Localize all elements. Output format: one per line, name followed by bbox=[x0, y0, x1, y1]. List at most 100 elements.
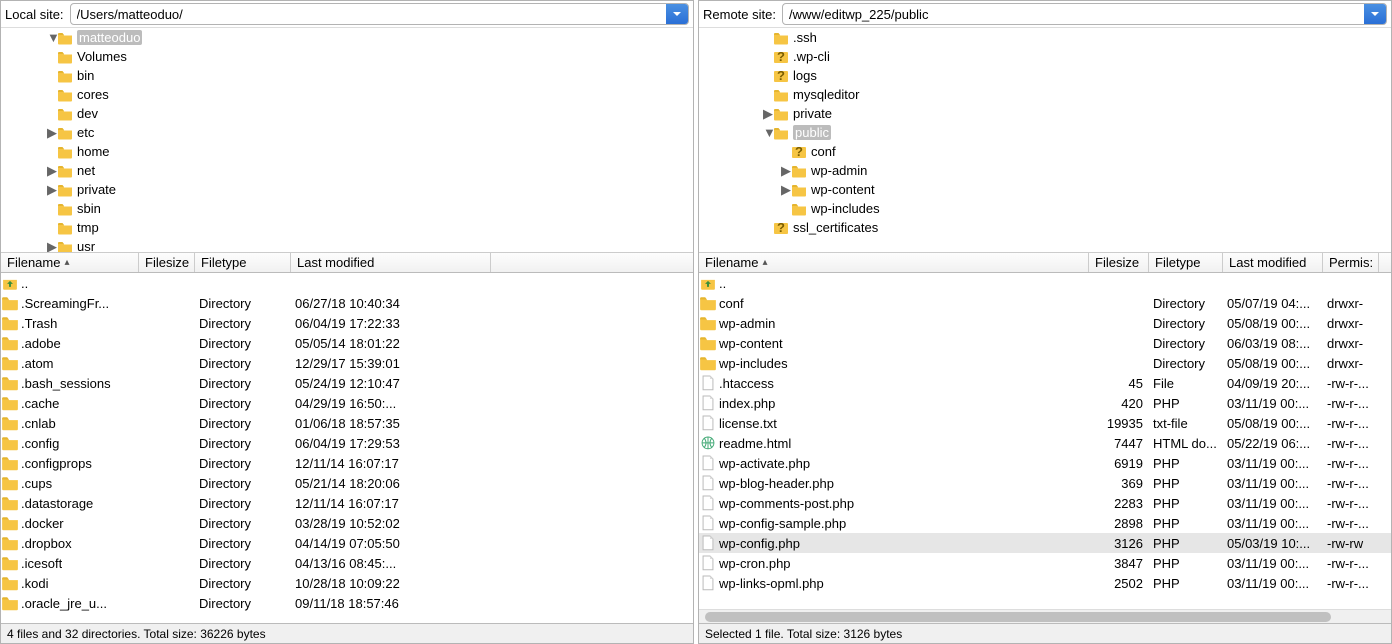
cell-mod: 06/27/18 10:40:34 bbox=[291, 296, 491, 311]
tree-item[interactable]: sbin bbox=[1, 199, 693, 218]
cell-name: .oracle_jre_u... bbox=[19, 596, 107, 611]
expand-toggle-icon[interactable]: ▶ bbox=[781, 182, 791, 198]
file-row[interactable]: wp-blog-header.php 369 PHP 03/11/19 00:.… bbox=[699, 473, 1391, 493]
file-row[interactable]: wp-cron.php 3847 PHP 03/11/19 00:... -rw… bbox=[699, 553, 1391, 573]
local-header-mod[interactable]: Last modified bbox=[291, 253, 491, 272]
file-row[interactable]: wp-includes Directory 05/08/19 00:... dr… bbox=[699, 353, 1391, 373]
local-path-input[interactable] bbox=[71, 7, 666, 22]
folder-icon bbox=[791, 164, 807, 178]
local-tree[interactable]: ▼ matteoduo Volumes bin cores dev ▶ etc bbox=[1, 28, 693, 253]
file-row[interactable]: .oracle_jre_u... Directory 09/11/18 18:5… bbox=[1, 593, 693, 613]
local-filelist[interactable]: .. .ScreamingFr... Directory 06/27/18 10… bbox=[1, 273, 693, 623]
local-header-name[interactable]: Filename▴ bbox=[1, 253, 139, 272]
file-row[interactable]: wp-admin Directory 05/08/19 00:... drwxr… bbox=[699, 313, 1391, 333]
file-row[interactable]: .configprops Directory 12/11/14 16:07:17 bbox=[1, 453, 693, 473]
tree-item[interactable]: ▶ net bbox=[1, 161, 693, 180]
remote-hscrollbar[interactable] bbox=[699, 609, 1391, 623]
file-row[interactable]: index.php 420 PHP 03/11/19 00:... -rw-r-… bbox=[699, 393, 1391, 413]
file-row[interactable]: .. bbox=[699, 273, 1391, 293]
file-row[interactable]: .datastorage Directory 12/11/14 16:07:17 bbox=[1, 493, 693, 513]
expand-toggle-icon[interactable]: ▶ bbox=[47, 163, 57, 179]
tree-item[interactable]: ▶ etc bbox=[1, 123, 693, 142]
tree-item[interactable]: mysqleditor bbox=[699, 85, 1391, 104]
cell-size: 7447 bbox=[1089, 436, 1149, 451]
file-row[interactable]: .htaccess 45 File 04/09/19 20:... -rw-r-… bbox=[699, 373, 1391, 393]
cell-name: wp-config.php bbox=[717, 536, 800, 551]
tree-item[interactable]: logs bbox=[699, 66, 1391, 85]
remote-tree[interactable]: .ssh .wp-cli logs mysqleditor ▶ private … bbox=[699, 28, 1391, 253]
remote-header-size[interactable]: Filesize bbox=[1089, 253, 1149, 272]
file-row[interactable]: .cnlab Directory 01/06/18 18:57:35 bbox=[1, 413, 693, 433]
file-row[interactable]: .ScreamingFr... Directory 06/27/18 10:40… bbox=[1, 293, 693, 313]
expand-toggle-icon[interactable]: ▶ bbox=[763, 106, 773, 122]
file-row[interactable]: .Trash Directory 06/04/19 17:22:33 bbox=[1, 313, 693, 333]
file-row[interactable]: readme.html 7447 HTML do... 05/22/19 06:… bbox=[699, 433, 1391, 453]
local-header-type[interactable]: Filetype bbox=[195, 253, 291, 272]
tree-item[interactable]: ▶ private bbox=[1, 180, 693, 199]
file-row[interactable]: .atom Directory 12/29/17 15:39:01 bbox=[1, 353, 693, 373]
remote-header-type[interactable]: Filetype bbox=[1149, 253, 1223, 272]
tree-item[interactable]: ssl_certificates bbox=[699, 218, 1391, 237]
local-site-select[interactable] bbox=[70, 3, 689, 25]
file-row[interactable]: .icesoft Directory 04/13/16 08:45:... bbox=[1, 553, 693, 573]
qfolder-icon bbox=[773, 221, 789, 235]
tree-item[interactable]: ▼ matteoduo bbox=[1, 28, 693, 47]
file-row[interactable]: conf Directory 05/07/19 04:... drwxr- bbox=[699, 293, 1391, 313]
expand-toggle-icon[interactable]: ▼ bbox=[47, 30, 57, 45]
remote-header-name[interactable]: Filename▴ bbox=[699, 253, 1089, 272]
file-row[interactable]: .adobe Directory 05/05/14 18:01:22 bbox=[1, 333, 693, 353]
file-row[interactable]: wp-config-sample.php 2898 PHP 03/11/19 0… bbox=[699, 513, 1391, 533]
local-path-dropdown[interactable] bbox=[666, 4, 688, 24]
remote-site-label: Remote site: bbox=[703, 7, 776, 22]
expand-toggle-icon[interactable]: ▶ bbox=[781, 163, 791, 179]
tree-item[interactable]: bin bbox=[1, 66, 693, 85]
remote-filelist[interactable]: .. conf Directory 05/07/19 04:... drwxr-… bbox=[699, 273, 1391, 609]
tree-item[interactable]: home bbox=[1, 142, 693, 161]
tree-item[interactable]: wp-includes bbox=[699, 199, 1391, 218]
cell-type: Directory bbox=[195, 436, 291, 451]
expand-toggle-icon[interactable]: ▼ bbox=[763, 125, 773, 140]
tree-item[interactable]: .ssh bbox=[699, 28, 1391, 47]
file-row[interactable]: wp-activate.php 6919 PHP 03/11/19 00:...… bbox=[699, 453, 1391, 473]
file-row[interactable]: .kodi Directory 10/28/18 10:09:22 bbox=[1, 573, 693, 593]
remote-site-select[interactable] bbox=[782, 3, 1387, 25]
remote-path-input[interactable] bbox=[783, 7, 1364, 22]
remote-header-perm[interactable]: Permis: bbox=[1323, 253, 1379, 272]
local-header-size[interactable]: Filesize bbox=[139, 253, 195, 272]
cell-perm: -rw-r-... bbox=[1323, 476, 1379, 491]
file-row[interactable]: .cache Directory 04/29/19 16:50:... bbox=[1, 393, 693, 413]
tree-item[interactable]: ▼ public bbox=[699, 123, 1391, 142]
remote-header-mod[interactable]: Last modified bbox=[1223, 253, 1323, 272]
file-row[interactable]: .. bbox=[1, 273, 693, 293]
tree-item[interactable]: .wp-cli bbox=[699, 47, 1391, 66]
file-row[interactable]: wp-comments-post.php 2283 PHP 03/11/19 0… bbox=[699, 493, 1391, 513]
tree-item[interactable]: dev bbox=[1, 104, 693, 123]
tree-item[interactable]: ▶ wp-admin bbox=[699, 161, 1391, 180]
file-row[interactable]: wp-config.php 3126 PHP 05/03/19 10:... -… bbox=[699, 533, 1391, 553]
expand-toggle-icon[interactable]: ▶ bbox=[47, 182, 57, 198]
file-row[interactable]: wp-links-opml.php 2502 PHP 03/11/19 00:.… bbox=[699, 573, 1391, 593]
tree-item[interactable]: cores bbox=[1, 85, 693, 104]
cell-size: 6919 bbox=[1089, 456, 1149, 471]
tree-item[interactable]: conf bbox=[699, 142, 1391, 161]
cell-type: Directory bbox=[1149, 316, 1223, 331]
file-row[interactable]: .bash_sessions Directory 05/24/19 12:10:… bbox=[1, 373, 693, 393]
expand-toggle-icon[interactable]: ▶ bbox=[47, 125, 57, 141]
file-row[interactable]: .config Directory 06/04/19 17:29:53 bbox=[1, 433, 693, 453]
cell-size: 19935 bbox=[1089, 416, 1149, 431]
file-row[interactable]: wp-content Directory 06/03/19 08:... drw… bbox=[699, 333, 1391, 353]
remote-path-dropdown[interactable] bbox=[1364, 4, 1386, 24]
tree-item[interactable]: ▶ wp-content bbox=[699, 180, 1391, 199]
file-row[interactable]: .docker Directory 03/28/19 10:52:02 bbox=[1, 513, 693, 533]
file-row[interactable]: .cups Directory 05/21/14 18:20:06 bbox=[1, 473, 693, 493]
cell-perm: -rw-r-... bbox=[1323, 576, 1379, 591]
file-row[interactable]: license.txt 19935 txt-file 05/08/19 00:.… bbox=[699, 413, 1391, 433]
tree-item[interactable]: tmp bbox=[1, 218, 693, 237]
expand-toggle-icon[interactable]: ▶ bbox=[47, 239, 57, 253]
tree-item[interactable]: ▶ usr bbox=[1, 237, 693, 252]
tree-item-label: sbin bbox=[77, 201, 101, 216]
file-row[interactable]: .dropbox Directory 04/14/19 07:05:50 bbox=[1, 533, 693, 553]
cell-name: .. bbox=[19, 276, 28, 291]
tree-item[interactable]: ▶ private bbox=[699, 104, 1391, 123]
tree-item[interactable]: Volumes bbox=[1, 47, 693, 66]
